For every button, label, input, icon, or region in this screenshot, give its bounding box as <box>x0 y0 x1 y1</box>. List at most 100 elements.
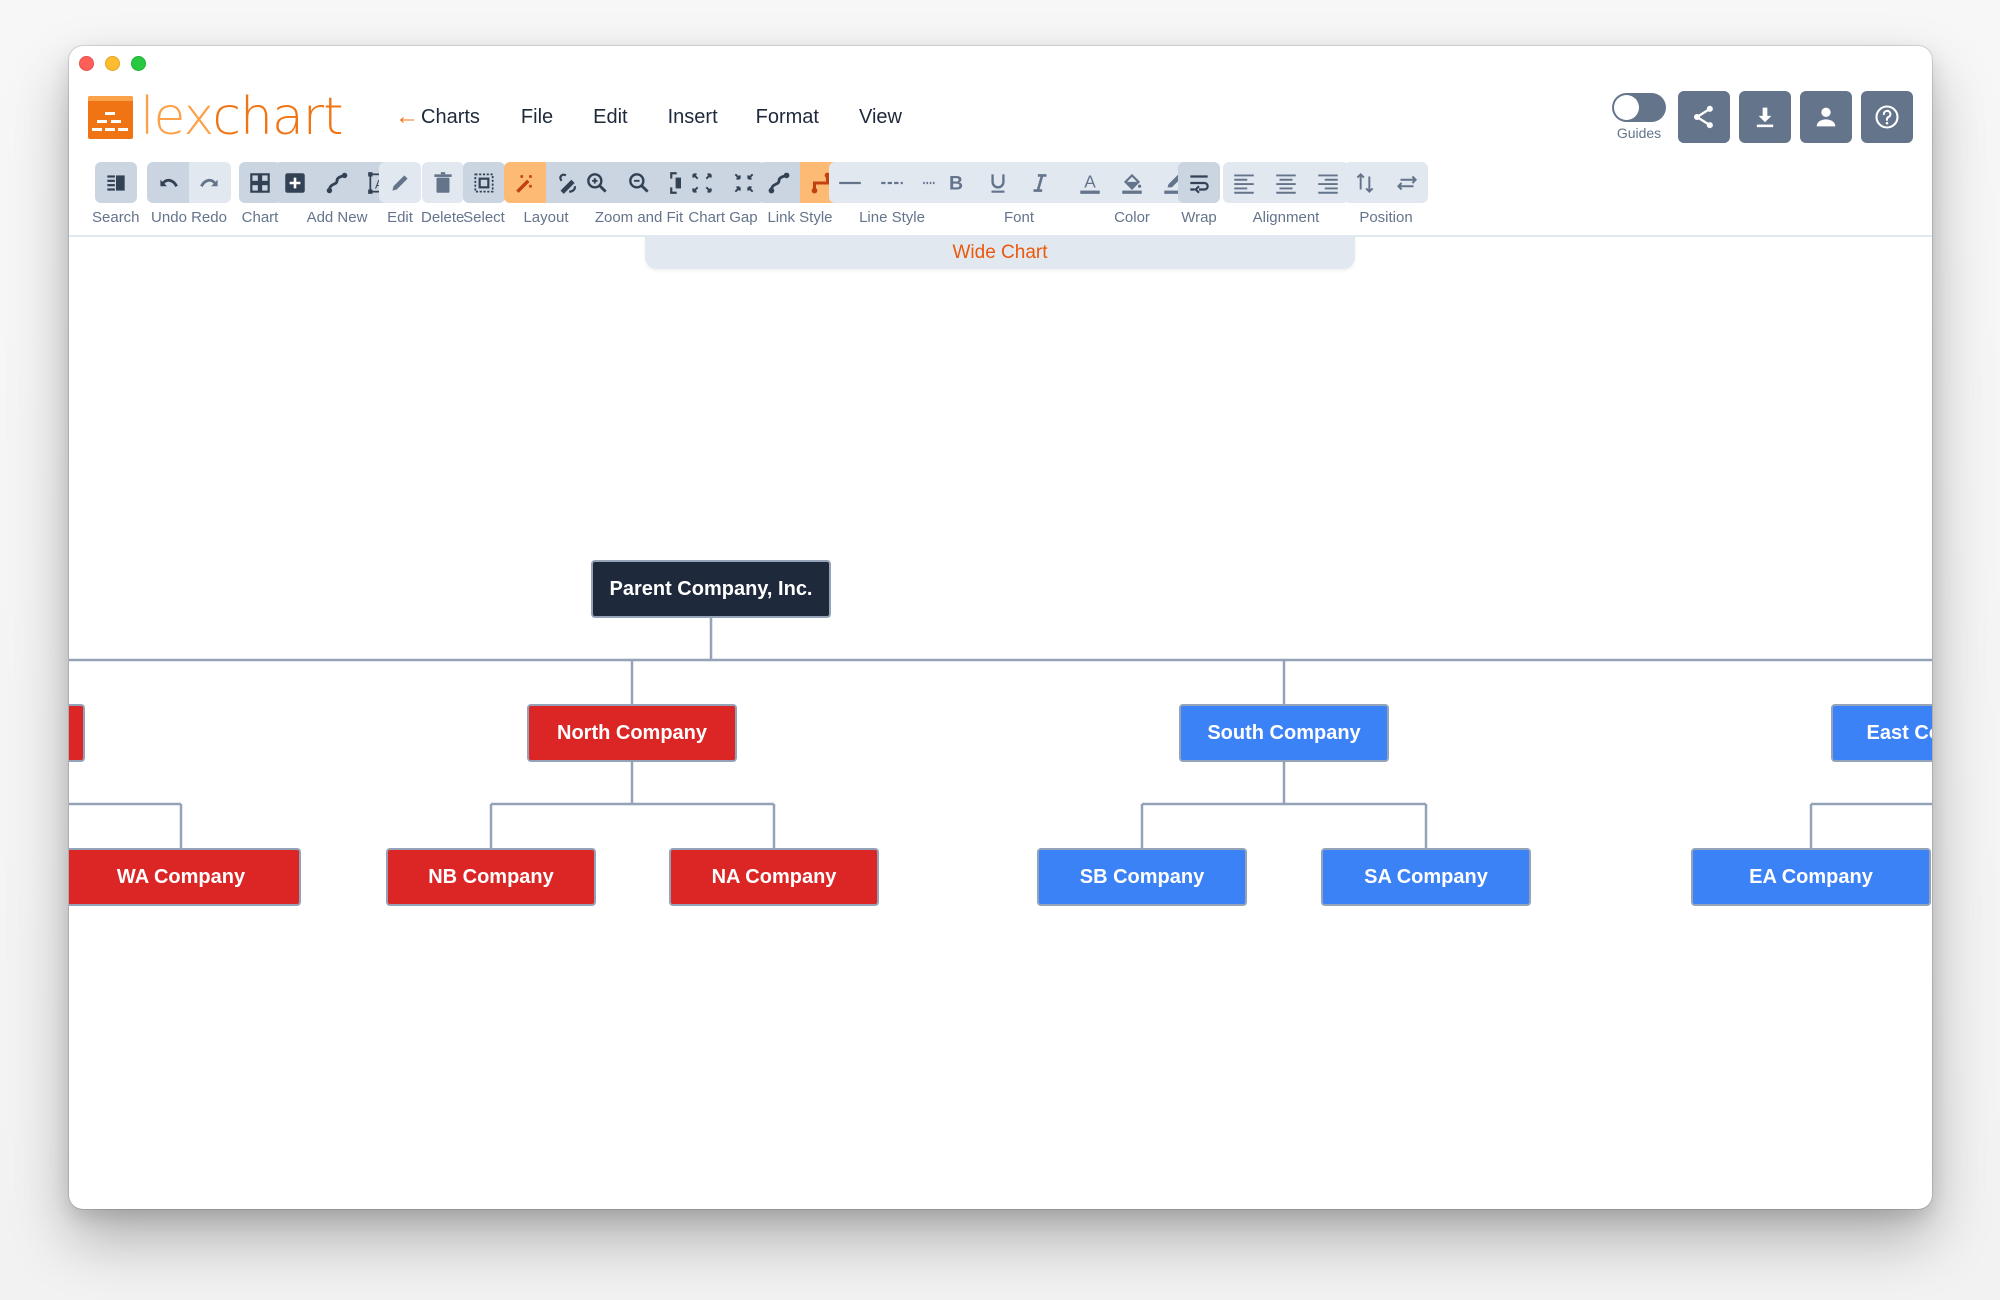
chart-title-tab[interactable]: Wide Chart <box>645 236 1355 269</box>
solid-line-icon <box>839 181 861 184</box>
pencil-icon <box>392 174 408 191</box>
bold-button[interactable]: B <box>935 162 977 203</box>
org-node-south[interactable]: South Company <box>1179 704 1389 762</box>
menu-insert[interactable]: Insert <box>668 106 718 129</box>
underline-button[interactable] <box>977 162 1019 203</box>
magic-wand-button[interactable] <box>504 162 546 203</box>
menu-view[interactable]: View <box>859 106 902 129</box>
align-left-button[interactable] <box>1223 162 1265 203</box>
maximize-window-button[interactable] <box>131 56 146 71</box>
curved-link-icon <box>768 172 790 193</box>
trash-icon <box>434 171 452 193</box>
back-label: Charts <box>421 105 480 128</box>
wrap-button[interactable] <box>1178 162 1220 203</box>
text-color-button[interactable]: A <box>1069 162 1111 203</box>
org-node-sa[interactable]: SA Company <box>1321 848 1531 906</box>
toolbar-button-row <box>681 162 765 203</box>
guides-label: Guides <box>1616 125 1662 141</box>
toolbar-group-delete: Delete <box>421 162 464 226</box>
toolbar-label: Add New <box>306 209 368 226</box>
menu-edit[interactable]: Edit <box>593 106 627 129</box>
expand-icon <box>692 172 712 193</box>
curved-link-button[interactable] <box>758 162 800 203</box>
solid-line-button[interactable] <box>829 162 871 203</box>
toolbar-label: Search <box>92 209 140 226</box>
app-name: lexchart <box>140 87 344 147</box>
toolbar-button-row <box>379 162 421 203</box>
menu-format[interactable]: Format <box>756 106 819 129</box>
menu-file[interactable]: File <box>521 106 553 129</box>
org-node-root[interactable]: Parent Company, Inc. <box>591 560 831 618</box>
italic-button[interactable] <box>1019 162 1061 203</box>
header-actions: Guides <box>1612 91 1913 143</box>
undo-icon <box>160 178 178 187</box>
app-window: lexchart ← Charts File Edit Insert Forma… <box>69 46 1932 1209</box>
pencil-button[interactable] <box>379 162 421 203</box>
org-node-ea[interactable]: EA Company <box>1691 848 1931 906</box>
trash-button[interactable] <box>421 162 464 203</box>
wrap-icon <box>1190 174 1209 194</box>
download-button[interactable] <box>1739 91 1791 143</box>
bold-icon: B <box>949 172 963 194</box>
download-icon <box>1756 107 1774 128</box>
align-center-icon <box>1276 173 1296 194</box>
link-icon <box>326 172 348 193</box>
vertical-position-button[interactable] <box>1344 162 1386 203</box>
horizontal-position-button[interactable] <box>1386 162 1428 203</box>
toolbar-label: Select <box>463 209 505 226</box>
toolbar-label: Layout <box>523 209 569 226</box>
align-center-button[interactable] <box>1265 162 1307 203</box>
zoom-in-icon <box>587 172 607 193</box>
zoom-out-button[interactable] <box>618 162 660 203</box>
app-logo[interactable]: lexchart <box>88 87 344 147</box>
align-right-button[interactable] <box>1307 162 1349 203</box>
toolbar-group-alignment: Alignment <box>1223 162 1349 226</box>
toolbar-button-row: A <box>1069 162 1195 203</box>
account-button[interactable] <box>1800 91 1852 143</box>
add-box-button[interactable] <box>274 162 316 203</box>
redo-icon <box>200 178 218 187</box>
toolbar-group-wrap: Wrap <box>1178 162 1220 226</box>
user-icon <box>1816 107 1836 127</box>
org-node-sb[interactable]: SB Company <box>1037 848 1247 906</box>
share-button[interactable] <box>1678 91 1730 143</box>
back-to-charts-link[interactable]: ← Charts <box>395 105 480 129</box>
fill-color-button[interactable] <box>1111 162 1153 203</box>
undo-button[interactable] <box>147 162 189 203</box>
toolbar-label: Edit <box>387 209 413 226</box>
collapse-icon <box>734 173 754 192</box>
help-button[interactable] <box>1861 91 1913 143</box>
dashed-line-button[interactable] <box>871 162 913 203</box>
window-controls <box>79 56 146 71</box>
toolbar-button-row <box>1178 162 1220 203</box>
org-node-west[interactable]: West Company <box>69 704 85 762</box>
align-left-icon <box>1234 173 1254 194</box>
link-button[interactable] <box>316 162 358 203</box>
expand-button[interactable] <box>681 162 723 203</box>
toolbar-label: Chart <box>241 209 279 226</box>
org-node-north[interactable]: North Company <box>527 704 737 762</box>
org-node-na[interactable]: NA Company <box>669 848 879 906</box>
vertical-position-icon <box>1356 172 1374 193</box>
guides-toggle[interactable] <box>1612 93 1666 122</box>
select-icon <box>474 172 494 193</box>
toolbar-group-search: Search <box>92 162 140 226</box>
chart-canvas[interactable]: Parent Company, Inc. West Company North Co… <box>69 237 1932 1209</box>
toolbar-button-row <box>94 162 137 203</box>
org-node-nb[interactable]: NB Company <box>386 848 596 906</box>
close-window-button[interactable] <box>79 56 94 71</box>
logo-icon <box>88 95 133 139</box>
toolbar-group-chart-gap: Chart Gap <box>681 162 765 226</box>
toolbar-group-undo-redo: Undo Redo <box>147 162 231 226</box>
select-button[interactable] <box>463 162 505 203</box>
org-node-wa[interactable]: WA Company <box>69 848 301 906</box>
redo-button[interactable] <box>189 162 231 203</box>
toolbar-label: Wrap <box>1181 209 1217 226</box>
italic-icon <box>1033 173 1047 192</box>
zoom-in-button[interactable] <box>576 162 618 203</box>
org-node-east[interactable]: East Company <box>1831 704 1932 762</box>
toolbar-button-row <box>463 162 505 203</box>
search-panel-button[interactable] <box>94 162 137 203</box>
connector-layer <box>69 618 1932 848</box>
minimize-window-button[interactable] <box>105 56 120 71</box>
